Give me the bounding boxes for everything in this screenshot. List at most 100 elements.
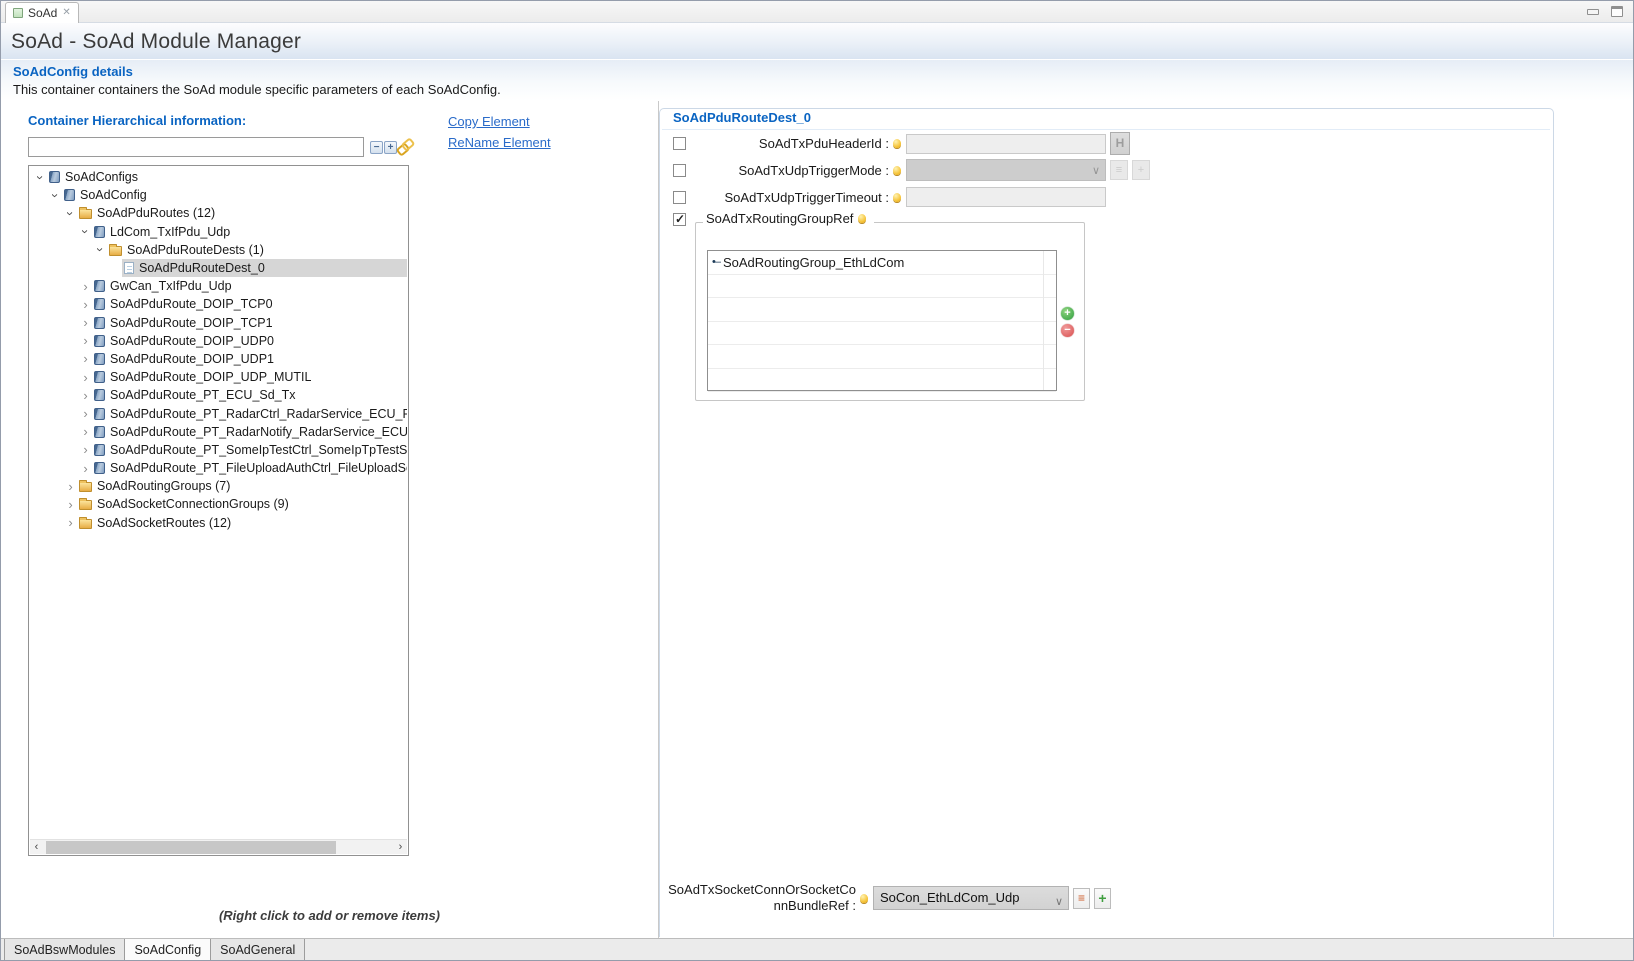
- tree-item[interactable]: ›SoAdSocketConnectionGroups (9): [30, 495, 407, 513]
- tree-item[interactable]: ›SoAdPduRoute_DOIP_TCP1: [30, 314, 407, 332]
- chevron-collapsed-icon[interactable]: ›: [79, 334, 92, 347]
- maximize-icon[interactable]: [1611, 6, 1623, 17]
- field-label: SoAdTxPduHeaderId :: [691, 136, 889, 151]
- collapse-all-icon[interactable]: −: [370, 141, 383, 154]
- bulb-icon: [893, 166, 901, 175]
- reference-add-icon[interactable]: +: [1094, 888, 1111, 909]
- reference-list-row[interactable]: [708, 322, 1056, 346]
- udp-trigger-mode-select[interactable]: ∨: [906, 159, 1106, 181]
- chevron-collapsed-icon[interactable]: ›: [79, 371, 92, 384]
- chevron-collapsed-icon[interactable]: ›: [79, 352, 92, 365]
- minimize-icon[interactable]: [1587, 9, 1599, 15]
- chevron-collapsed-icon[interactable]: ›: [64, 480, 77, 493]
- tree-item[interactable]: ›SoAdPduRoute_PT_RadarNotify_RadarServic…: [30, 423, 407, 441]
- tree-item[interactable]: ›SoAdConfig: [30, 186, 407, 204]
- reference-list-icon[interactable]: ≡: [1073, 888, 1090, 909]
- chevron-collapsed-icon[interactable]: ›: [79, 280, 92, 293]
- chevron-collapsed-icon[interactable]: ›: [64, 516, 77, 529]
- editor-tab-soad[interactable]: SoAd ✕: [5, 2, 79, 23]
- bundle-ref-row: SoAdTxSocketConnOrSocketCo nnBundleRef :…: [641, 882, 1111, 914]
- chevron-collapsed-icon[interactable]: ›: [79, 316, 92, 329]
- tree-item-label: SoAdPduRouteDests (1): [127, 243, 264, 257]
- module-icon: [94, 298, 105, 310]
- udp-trigger-timeout-input[interactable]: [906, 187, 1106, 207]
- bundle-ref-select[interactable]: SoCon_EthLdCom_Udp ∨: [873, 886, 1069, 910]
- chevron-collapsed-icon[interactable]: ›: [64, 498, 77, 511]
- list-options-icon[interactable]: ≡: [1110, 160, 1128, 180]
- tree-item[interactable]: ›SoAdSocketRoutes (12): [30, 514, 407, 532]
- tree-item[interactable]: SoAdPduRouteDest_0: [30, 259, 407, 277]
- tree-section-label: Container Hierarchical information:: [28, 113, 246, 128]
- bottom-tab-soadgeneral[interactable]: SoAdGeneral: [211, 939, 305, 961]
- add-reference-icon[interactable]: +: [1061, 307, 1074, 320]
- application-window: SoAd ✕ SoAd - SoAd Module Manager SoAdCo…: [0, 0, 1634, 961]
- module-icon: [94, 335, 105, 347]
- chevron-expanded-icon[interactable]: ›: [49, 189, 62, 202]
- remove-reference-icon[interactable]: −: [1061, 324, 1074, 337]
- routing-group-ref-list[interactable]: SoAdRoutingGroup_EthLdCom: [707, 250, 1057, 391]
- bundle-ref-value: SoCon_EthLdCom_Udp: [880, 890, 1019, 905]
- tree-item[interactable]: ›SoAdPduRoute_DOIP_UDP_MUTIL: [30, 368, 407, 386]
- tree-filter-input[interactable]: [28, 137, 364, 157]
- module-icon: [94, 280, 105, 292]
- chevron-collapsed-icon[interactable]: ›: [79, 298, 92, 311]
- tree-item[interactable]: ›SoAdPduRoute_DOIP_UDP1: [30, 350, 407, 368]
- bulb-icon: [893, 193, 901, 202]
- tree-item[interactable]: ›SoAdPduRoute_PT_SomeIpTestCtrl_SomeIpTp…: [30, 441, 407, 459]
- tree-item[interactable]: ›SoAdRoutingGroups (7): [30, 477, 407, 495]
- bulb-icon: [860, 894, 868, 903]
- pdu-header-id-checkbox[interactable]: [673, 137, 686, 150]
- chevron-expanded-icon[interactable]: ›: [64, 207, 77, 220]
- routing-group-ref-label: SoAdTxRoutingGroupRef: [703, 211, 874, 226]
- chevron-expanded-icon[interactable]: ›: [79, 225, 92, 238]
- reference-list-row[interactable]: [708, 369, 1056, 393]
- reference-icon: [712, 256, 720, 268]
- chevron-collapsed-icon[interactable]: ›: [79, 462, 92, 475]
- reference-list-row[interactable]: [708, 275, 1056, 299]
- routing-group-ref-label-text: SoAdTxRoutingGroupRef: [706, 211, 853, 226]
- bottom-tab-soadbswmodules[interactable]: SoAdBswModules: [4, 939, 125, 961]
- doc-icon: [124, 262, 134, 274]
- scroll-right-icon[interactable]: ›: [394, 841, 407, 854]
- chevron-expanded-icon[interactable]: ›: [34, 171, 47, 184]
- tree-item-label: SoAdPduRoutes (12): [97, 206, 215, 220]
- reference-list-row[interactable]: [708, 298, 1056, 322]
- tree-item[interactable]: › SoAdPduRouteDests (1): [30, 241, 407, 259]
- tree-item[interactable]: ›LdCom_TxIfPdu_Udp: [30, 223, 407, 241]
- scroll-left-icon[interactable]: ‹: [30, 841, 43, 854]
- scrollbar-thumb[interactable]: [46, 841, 336, 854]
- chevron-collapsed-icon[interactable]: ›: [79, 389, 92, 402]
- link-with-editor-icon[interactable]: [397, 139, 412, 153]
- expand-all-icon[interactable]: +: [384, 141, 397, 154]
- chevron-expanded-icon[interactable]: ›: [94, 243, 107, 256]
- reference-list-row[interactable]: SoAdRoutingGroup_EthLdCom: [708, 251, 1056, 275]
- tree-horizontal-scrollbar[interactable]: ‹ ›: [30, 839, 407, 854]
- add-option-icon[interactable]: +: [1132, 160, 1150, 180]
- chevron-collapsed-icon[interactable]: ›: [79, 407, 92, 420]
- copy-element-link[interactable]: Copy Element: [448, 114, 530, 129]
- tree-item[interactable]: ›SoAdPduRoute_PT_FileUploadAuthCtrl_File…: [30, 459, 407, 477]
- routing-group-ref-checkbox[interactable]: [673, 213, 686, 226]
- bottom-tab-soadconfig[interactable]: SoAdConfig: [125, 939, 211, 961]
- tree-item[interactable]: ›GwCan_TxIfPdu_Udp: [30, 277, 407, 295]
- tree-rows: ›SoAdConfigs›SoAdConfig›SoAdPduRoutes (1…: [30, 168, 407, 838]
- module-icon: [94, 371, 105, 383]
- reference-list-row[interactable]: [708, 345, 1056, 369]
- tree-item[interactable]: ›SoAdPduRoute_DOIP_TCP0: [30, 295, 407, 313]
- tree-item[interactable]: ›SoAdPduRoute_DOIP_UDP0: [30, 332, 407, 350]
- udp-trigger-timeout-checkbox[interactable]: [673, 191, 686, 204]
- tree-item[interactable]: ›SoAdConfigs: [30, 168, 407, 186]
- module-icon: [64, 189, 75, 201]
- tree-item[interactable]: ›SoAdPduRoute_PT_RadarCtrl_RadarService_…: [30, 404, 407, 422]
- chevron-collapsed-icon[interactable]: ›: [79, 443, 92, 456]
- rename-element-link[interactable]: ReName Element: [448, 135, 551, 150]
- hex-toggle-button[interactable]: H: [1110, 132, 1130, 155]
- bundle-ref-label: SoAdTxSocketConnOrSocketCo nnBundleRef :: [641, 882, 856, 914]
- udp-trigger-mode-checkbox[interactable]: [673, 164, 686, 177]
- close-icon[interactable]: ✕: [62, 8, 70, 18]
- tree-item[interactable]: › SoAdPduRoutes (12): [30, 204, 407, 222]
- pdu-header-id-input[interactable]: [906, 134, 1106, 154]
- tree-item[interactable]: ›SoAdPduRoute_PT_ECU_Sd_Tx: [30, 386, 407, 404]
- chevron-collapsed-icon[interactable]: ›: [79, 425, 92, 438]
- bulb-icon: [893, 139, 901, 148]
